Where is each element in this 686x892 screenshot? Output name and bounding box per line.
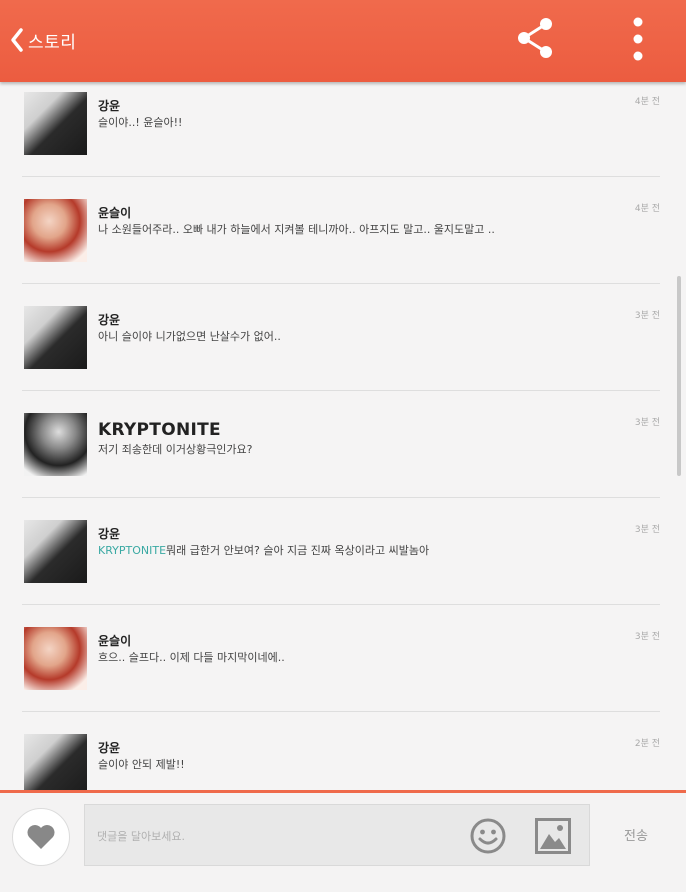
comment-time: 3분 전 <box>634 418 660 428</box>
comment-author[interactable]: 강윤 <box>98 98 646 114</box>
smiley-icon <box>470 818 506 854</box>
share-button[interactable] <box>514 16 556 60</box>
more-vertical-icon <box>633 17 643 61</box>
comment-input-box <box>84 804 590 867</box>
avatar[interactable] <box>24 734 87 790</box>
comment-text: 슬이야 안되 제발!! <box>98 758 185 771</box>
comment-author[interactable]: 윤슬이 <box>98 205 646 221</box>
back-button[interactable]: 스토리 <box>10 22 76 58</box>
comment-input[interactable] <box>95 805 459 867</box>
comment-item: 윤슬이 흐으.. 슬프다.. 이제 다들 마지막이네에.. 3분 전 <box>0 605 686 712</box>
avatar[interactable] <box>24 92 87 155</box>
comment-text: 아니 슬이야 니가없으면 난살수가 없어.. <box>98 330 281 343</box>
mention-link[interactable]: KRYPTONITE <box>98 544 166 557</box>
comment-author[interactable]: KRYPTONITE <box>98 419 646 441</box>
avatar[interactable] <box>24 520 87 583</box>
send-button[interactable]: 전송 <box>610 825 662 844</box>
comment-time: 4분 전 <box>634 97 660 107</box>
avatar[interactable] <box>24 306 87 369</box>
comment-author[interactable]: 강윤 <box>98 526 646 542</box>
comment-text: KRYPTONITE뭐래 급한거 안보여? 슬아 지금 진짜 옥상이라고 씨발놈… <box>98 543 646 559</box>
comment-time: 3분 전 <box>634 632 660 642</box>
comment-list[interactable]: 강윤 슬이야..! 윤슬아!! 4분 전 윤슬이 나 소원들어주라.. 오빠 내… <box>0 82 686 790</box>
comment-item: 강윤 아니 슬이야 니가없으면 난살수가 없어.. 3분 전 <box>0 284 686 391</box>
comment-item: KRYPTONITE 저기 죄송한데 이거상황극인가요? 3분 전 <box>0 391 686 498</box>
emoji-button[interactable] <box>469 817 507 855</box>
comment-item: 강윤 슬이야 안되 제발!! 2분 전 <box>0 712 686 790</box>
comment-text: 슬이야..! 윤슬아!! <box>98 116 183 129</box>
comment-composer: 전송 <box>0 790 686 892</box>
image-icon <box>535 818 571 854</box>
app-header: 스토리 <box>0 0 686 82</box>
more-options-button[interactable] <box>628 16 648 62</box>
avatar[interactable] <box>24 199 87 262</box>
share-icon <box>518 18 552 58</box>
comment-author[interactable]: 윤슬이 <box>98 633 646 649</box>
chevron-left-icon <box>11 28 23 52</box>
comment-item: 윤슬이 나 소원들어주라.. 오빠 내가 하늘에서 지켜볼 테니까아.. 아프지… <box>0 177 686 284</box>
heart-icon <box>27 825 55 849</box>
comment-time: 2분 전 <box>634 739 660 749</box>
scrollbar[interactable] <box>677 276 681 476</box>
image-attach-button[interactable] <box>534 817 572 855</box>
avatar[interactable] <box>24 627 87 690</box>
comment-author[interactable]: 강윤 <box>98 312 646 328</box>
comment-text-body: 뭐래 급한거 안보여? 슬아 지금 진짜 옥상이라고 씨발놈아 <box>166 544 430 557</box>
comment-time: 3분 전 <box>634 311 660 321</box>
comment-author[interactable]: 강윤 <box>98 740 646 756</box>
comment-text: 흐으.. 슬프다.. 이제 다들 마지막이네에.. <box>98 651 285 664</box>
like-button[interactable] <box>12 808 70 866</box>
comment-time: 4분 전 <box>634 204 660 214</box>
comment-text: 저기 죄송한데 이거상황극인가요? <box>98 443 253 456</box>
comment-time: 3분 전 <box>634 525 660 535</box>
comment-item: 강윤 슬이야..! 윤슬아!! 4분 전 <box>0 82 686 177</box>
comment-item: 강윤 KRYPTONITE뭐래 급한거 안보여? 슬아 지금 진짜 옥상이라고 … <box>0 498 686 605</box>
comment-text: 나 소원들어주라.. 오빠 내가 하늘에서 지켜볼 테니까아.. 아프지도 말고… <box>98 223 495 236</box>
avatar[interactable] <box>24 413 87 476</box>
back-label: 스토리 <box>28 32 77 53</box>
